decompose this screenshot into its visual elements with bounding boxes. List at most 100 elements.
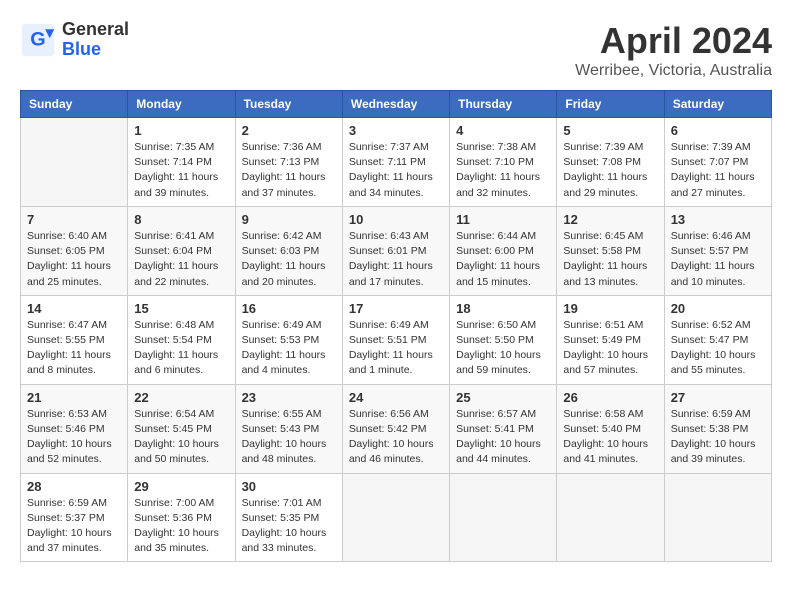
calendar-cell bbox=[557, 473, 664, 562]
day-info: Sunrise: 6:49 AM Sunset: 5:51 PM Dayligh… bbox=[349, 318, 443, 379]
calendar-cell: 8 Sunrise: 6:41 AM Sunset: 6:04 PM Daylig… bbox=[128, 206, 235, 295]
day-info: Sunrise: 6:45 AM Sunset: 5:58 PM Dayligh… bbox=[563, 229, 657, 290]
calendar-cell: 28 Sunrise: 6:59 AM Sunset: 5:37 PM Dayli… bbox=[21, 473, 128, 562]
calendar-cell: 27 Sunrise: 6:59 AM Sunset: 5:38 PM Dayli… bbox=[664, 384, 771, 473]
day-number: 7 bbox=[27, 212, 121, 227]
calendar-week-row: 1 Sunrise: 7:35 AM Sunset: 7:14 PM Daylig… bbox=[21, 118, 772, 207]
day-number: 12 bbox=[563, 212, 657, 227]
day-info: Sunrise: 7:01 AM Sunset: 5:35 PM Dayligh… bbox=[242, 496, 336, 557]
day-info: Sunrise: 6:56 AM Sunset: 5:42 PM Dayligh… bbox=[349, 407, 443, 468]
calendar-cell: 29 Sunrise: 7:00 AM Sunset: 5:36 PM Dayli… bbox=[128, 473, 235, 562]
day-info: Sunrise: 6:50 AM Sunset: 5:50 PM Dayligh… bbox=[456, 318, 550, 379]
day-number: 10 bbox=[349, 212, 443, 227]
day-number: 19 bbox=[563, 301, 657, 316]
location-subtitle: Werribee, Victoria, Australia bbox=[575, 62, 772, 80]
calendar-cell: 7 Sunrise: 6:40 AM Sunset: 6:05 PM Daylig… bbox=[21, 206, 128, 295]
calendar-cell: 25Sunrise: 6:57 AM Sunset: 5:41 PM Dayli… bbox=[450, 384, 557, 473]
calendar-cell: 1 Sunrise: 7:35 AM Sunset: 7:14 PM Daylig… bbox=[128, 118, 235, 207]
day-number: 4 bbox=[456, 123, 550, 138]
day-number: 13 bbox=[671, 212, 765, 227]
calendar-cell: 24 Sunrise: 6:56 AM Sunset: 5:42 PM Dayli… bbox=[342, 384, 449, 473]
day-number: 26 bbox=[563, 390, 657, 405]
day-info: Sunrise: 6:43 AM Sunset: 6:01 PM Dayligh… bbox=[349, 229, 443, 290]
logo-text: General Blue bbox=[62, 20, 129, 60]
day-number: 28 bbox=[27, 479, 121, 494]
calendar-cell: 14Sunrise: 6:47 AM Sunset: 5:55 PM Dayli… bbox=[21, 295, 128, 384]
day-number: 27 bbox=[671, 390, 765, 405]
calendar-cell: 6 Sunrise: 7:39 AM Sunset: 7:07 PM Daylig… bbox=[664, 118, 771, 207]
day-info: Sunrise: 6:59 AM Sunset: 5:37 PM Dayligh… bbox=[27, 496, 121, 557]
calendar-cell: 23 Sunrise: 6:55 AM Sunset: 5:43 PM Dayli… bbox=[235, 384, 342, 473]
calendar-week-row: 21Sunrise: 6:53 AM Sunset: 5:46 PM Dayli… bbox=[21, 384, 772, 473]
day-number: 16 bbox=[242, 301, 336, 316]
calendar-cell: 19Sunrise: 6:51 AM Sunset: 5:49 PM Dayli… bbox=[557, 295, 664, 384]
calendar-cell bbox=[21, 118, 128, 207]
calendar-cell: 13 Sunrise: 6:46 AM Sunset: 5:57 PM Dayli… bbox=[664, 206, 771, 295]
calendar-cell: 17 Sunrise: 6:49 AM Sunset: 5:51 PM Dayli… bbox=[342, 295, 449, 384]
calendar-table: SundayMondayTuesdayWednesdayThursdayFrid… bbox=[20, 90, 772, 562]
day-info: Sunrise: 6:49 AM Sunset: 5:53 PM Dayligh… bbox=[242, 318, 336, 379]
calendar-cell: 11 Sunrise: 6:44 AM Sunset: 6:00 PM Dayli… bbox=[450, 206, 557, 295]
day-info: Sunrise: 7:36 AM Sunset: 7:13 PM Dayligh… bbox=[242, 140, 336, 201]
day-info: Sunrise: 6:59 AM Sunset: 5:38 PM Dayligh… bbox=[671, 407, 765, 468]
logo-icon: G bbox=[20, 22, 56, 58]
calendar-cell: 21Sunrise: 6:53 AM Sunset: 5:46 PM Dayli… bbox=[21, 384, 128, 473]
day-number: 2 bbox=[242, 123, 336, 138]
day-number: 17 bbox=[349, 301, 443, 316]
calendar-cell: 12 Sunrise: 6:45 AM Sunset: 5:58 PM Dayli… bbox=[557, 206, 664, 295]
calendar-body: 1 Sunrise: 7:35 AM Sunset: 7:14 PM Daylig… bbox=[21, 118, 772, 562]
calendar-cell bbox=[664, 473, 771, 562]
weekday-header-tuesday: Tuesday bbox=[235, 91, 342, 118]
weekday-header-saturday: Saturday bbox=[664, 91, 771, 118]
day-info: Sunrise: 6:40 AM Sunset: 6:05 PM Dayligh… bbox=[27, 229, 121, 290]
day-number: 3 bbox=[349, 123, 443, 138]
day-info: Sunrise: 6:42 AM Sunset: 6:03 PM Dayligh… bbox=[242, 229, 336, 290]
day-number: 18 bbox=[456, 301, 550, 316]
day-info: Sunrise: 6:46 AM Sunset: 5:57 PM Dayligh… bbox=[671, 229, 765, 290]
day-number: 29 bbox=[134, 479, 228, 494]
calendar-header: SundayMondayTuesdayWednesdayThursdayFrid… bbox=[21, 91, 772, 118]
calendar-cell: 26Sunrise: 6:58 AM Sunset: 5:40 PM Dayli… bbox=[557, 384, 664, 473]
title-area: April 2024 Werribee, Victoria, Australia bbox=[575, 20, 772, 80]
calendar-cell: 2 Sunrise: 7:36 AM Sunset: 7:13 PM Daylig… bbox=[235, 118, 342, 207]
weekday-header-friday: Friday bbox=[557, 91, 664, 118]
calendar-cell: 4 Sunrise: 7:38 AM Sunset: 7:10 PM Daylig… bbox=[450, 118, 557, 207]
day-number: 6 bbox=[671, 123, 765, 138]
calendar-cell: 9 Sunrise: 6:42 AM Sunset: 6:03 PM Daylig… bbox=[235, 206, 342, 295]
weekday-header-row: SundayMondayTuesdayWednesdayThursdayFrid… bbox=[21, 91, 772, 118]
day-number: 8 bbox=[134, 212, 228, 227]
day-info: Sunrise: 6:44 AM Sunset: 6:00 PM Dayligh… bbox=[456, 229, 550, 290]
day-info: Sunrise: 7:35 AM Sunset: 7:14 PM Dayligh… bbox=[134, 140, 228, 201]
day-info: Sunrise: 6:54 AM Sunset: 5:45 PM Dayligh… bbox=[134, 407, 228, 468]
day-number: 9 bbox=[242, 212, 336, 227]
day-number: 22 bbox=[134, 390, 228, 405]
day-info: Sunrise: 6:47 AM Sunset: 5:55 PM Dayligh… bbox=[27, 318, 121, 379]
day-number: 21 bbox=[27, 390, 121, 405]
day-info: Sunrise: 7:37 AM Sunset: 7:11 PM Dayligh… bbox=[349, 140, 443, 201]
logo: G General Blue bbox=[20, 20, 129, 60]
day-info: Sunrise: 7:00 AM Sunset: 5:36 PM Dayligh… bbox=[134, 496, 228, 557]
day-info: Sunrise: 7:39 AM Sunset: 7:07 PM Dayligh… bbox=[671, 140, 765, 201]
weekday-header-wednesday: Wednesday bbox=[342, 91, 449, 118]
month-title: April 2024 bbox=[575, 20, 772, 62]
calendar-cell: 3 Sunrise: 7:37 AM Sunset: 7:11 PM Daylig… bbox=[342, 118, 449, 207]
calendar-cell: 15Sunrise: 6:48 AM Sunset: 5:54 PM Dayli… bbox=[128, 295, 235, 384]
day-number: 11 bbox=[456, 212, 550, 227]
day-info: Sunrise: 7:38 AM Sunset: 7:10 PM Dayligh… bbox=[456, 140, 550, 201]
day-number: 25 bbox=[456, 390, 550, 405]
day-number: 24 bbox=[349, 390, 443, 405]
calendar-cell bbox=[450, 473, 557, 562]
weekday-header-thursday: Thursday bbox=[450, 91, 557, 118]
day-info: Sunrise: 6:41 AM Sunset: 6:04 PM Dayligh… bbox=[134, 229, 228, 290]
day-number: 5 bbox=[563, 123, 657, 138]
day-number: 1 bbox=[134, 123, 228, 138]
svg-text:G: G bbox=[30, 28, 45, 50]
calendar-cell: 30Sunrise: 7:01 AM Sunset: 5:35 PM Dayli… bbox=[235, 473, 342, 562]
header: G General Blue April 2024 Werribee, Vict… bbox=[20, 20, 772, 80]
day-info: Sunrise: 7:39 AM Sunset: 7:08 PM Dayligh… bbox=[563, 140, 657, 201]
calendar-cell: 22 Sunrise: 6:54 AM Sunset: 5:45 PM Dayli… bbox=[128, 384, 235, 473]
day-number: 15 bbox=[134, 301, 228, 316]
calendar-week-row: 7 Sunrise: 6:40 AM Sunset: 6:05 PM Daylig… bbox=[21, 206, 772, 295]
day-number: 23 bbox=[242, 390, 336, 405]
day-info: Sunrise: 6:55 AM Sunset: 5:43 PM Dayligh… bbox=[242, 407, 336, 468]
